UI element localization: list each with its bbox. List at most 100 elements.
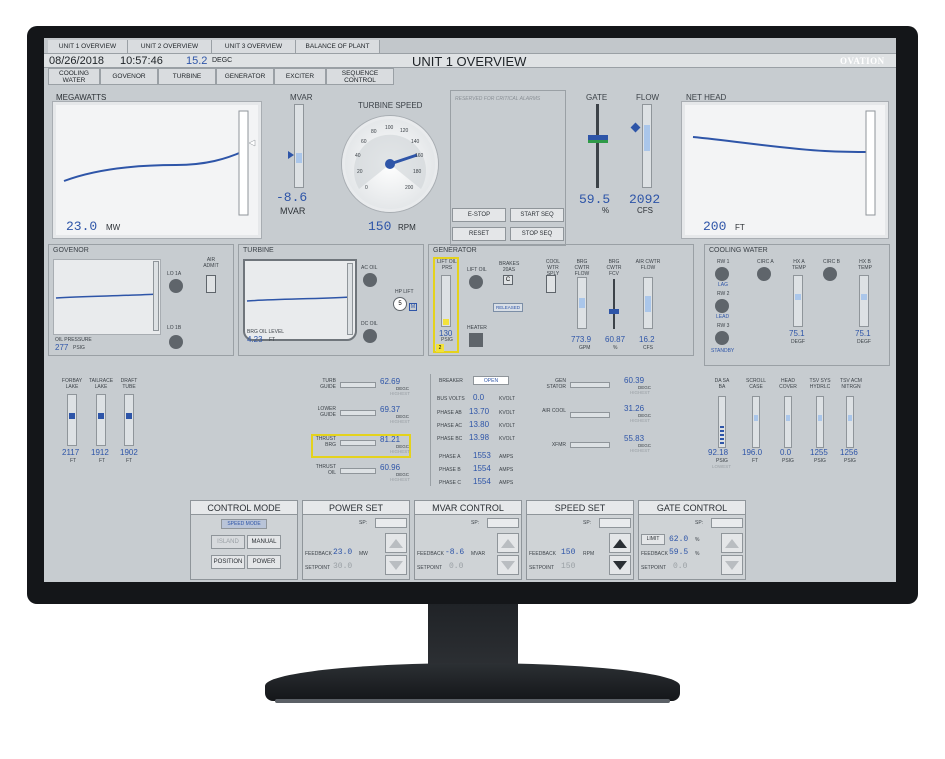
turb-guide-value: 62.69: [380, 377, 401, 386]
mvar-setpoint-label: SETPOINT: [417, 565, 443, 571]
stop-seq-button[interactable]: STOP SEQ: [510, 227, 564, 241]
speed-set-panel: SPEED SET SP: FEEDBACK 150 RPM SETPOINT …: [526, 500, 634, 580]
power-up-button[interactable]: [385, 533, 407, 553]
cooling-water-panel: COOLING WATER RW 1 LAG RW 2 LEAD RW 3 ST…: [704, 244, 890, 366]
island-button[interactable]: ISLAND: [211, 535, 245, 549]
tab-balance-of-plant[interactable]: BALANCE OF PLANT: [296, 40, 380, 53]
pump-lift-oil-icon[interactable]: [469, 275, 483, 289]
hx-b-temp-value: 75.1: [855, 329, 871, 338]
start-seq-button[interactable]: START SEQ: [510, 208, 564, 222]
subnav-cooling-water[interactable]: COOLING WATER: [48, 68, 100, 85]
gate-down-button[interactable]: [721, 555, 743, 575]
mvar-down-button[interactable]: [497, 555, 519, 575]
gate-unit: %: [602, 206, 610, 215]
mvar-feedback-value: -8.6: [445, 548, 465, 557]
mvar-up-button[interactable]: [497, 533, 519, 553]
gate-limit-button[interactable]: LIMIT: [641, 534, 665, 545]
air-cwtr-flow-unit: CFS: [643, 345, 653, 351]
monitor-stand-neck: [428, 604, 518, 666]
tsv-acm-nitrgn-value: 1256: [840, 448, 858, 457]
phase-ab-label: PHASE AB: [437, 410, 462, 416]
reset-button[interactable]: RESET: [452, 227, 506, 241]
mvar-sp-input[interactable]: [487, 518, 519, 528]
air-admit-valve-icon[interactable]: [206, 275, 216, 293]
oil-pressure-value: 277: [55, 343, 69, 352]
subnav-exciter[interactable]: EXCITER: [274, 68, 326, 85]
gauge-tick: 100: [385, 125, 394, 131]
da-sa-ba-value: 92.18: [708, 448, 729, 457]
subnav-govenor[interactable]: GOVENOR: [100, 68, 158, 85]
cool-sply-valve-icon[interactable]: [546, 275, 556, 293]
lift-oil-label: LIFT OIL: [467, 267, 487, 273]
temperature-unit: DEGC: [212, 57, 233, 64]
phase-ac-label: PHASE AC: [437, 423, 463, 429]
head-cover-label: HEAD COVER: [779, 378, 797, 390]
monitor-base-highlight: [275, 699, 670, 703]
megawatts-trend-panel: 23.0 MW: [53, 102, 261, 238]
phase-c-unit: AMPS: [499, 480, 514, 486]
mvar-sp-label: SP:: [471, 520, 480, 526]
hp-lift-label: HP LIFT: [395, 289, 414, 295]
gate-sp-label: SP:: [695, 520, 704, 526]
gen-stator-bar: [570, 382, 610, 388]
brakes-valve-icon[interactable]: C: [503, 275, 513, 285]
speed-sp-input[interactable]: [599, 518, 631, 528]
subnav-generator[interactable]: GENERATOR: [216, 68, 274, 85]
tab-unit2-overview[interactable]: UNIT 2 OVERVIEW: [128, 40, 212, 53]
position-button[interactable]: POSITION: [211, 555, 245, 569]
phase-ab-value: 13.70: [469, 407, 490, 416]
fcv-marker: [609, 309, 619, 314]
speed-mode-indicator[interactable]: SPEED MODE: [221, 519, 267, 529]
pump-rw2-icon[interactable]: [715, 299, 729, 313]
manual-button[interactable]: MANUAL: [247, 535, 281, 549]
phase-b-unit: AMPS: [499, 467, 514, 473]
pump-circ-b-icon[interactable]: [823, 267, 837, 281]
gauge-tick: 120: [400, 128, 409, 134]
speed-setpoint-label: SETPOINT: [529, 565, 555, 571]
gate-up-button[interactable]: [721, 533, 743, 553]
mvar-label: MVAR: [290, 93, 313, 102]
heater-label: HEATER: [467, 325, 487, 331]
hp-lift-pump-icon[interactable]: 5: [393, 297, 407, 311]
power-sp-input[interactable]: [375, 518, 407, 528]
gate-sp-input[interactable]: [711, 518, 743, 528]
tab-unit1-overview[interactable]: UNIT 1 OVERVIEW: [48, 40, 128, 53]
phase-a-unit: AMPS: [499, 454, 514, 460]
gate-control-panel: GATE CONTROL SP: LIMIT 62.0 % FEEDBACK 5…: [638, 500, 746, 580]
lake-levels-group: FORBAY LAKE 2117 FT TAILRACE LAKE 1912 F…: [60, 378, 160, 478]
speed-down-button[interactable]: [609, 555, 631, 575]
draft-tube-value: 1902: [120, 448, 138, 457]
turb-guide-tag: HIGHEST: [390, 391, 411, 396]
power-down-button[interactable]: [385, 555, 407, 575]
hx-a-temp-label: HX A TEMP: [792, 259, 806, 271]
pump-dc-oil-icon[interactable]: [363, 329, 377, 343]
pump-lo1b-icon[interactable]: [169, 335, 183, 349]
lower-guide-value: 69.37: [380, 405, 401, 414]
subnav-turbine[interactable]: TURBINE: [158, 68, 216, 85]
brakes-released-status: RELEASED: [493, 303, 523, 312]
power-button[interactable]: POWER: [247, 555, 281, 569]
pump-lo1a-icon[interactable]: [169, 279, 183, 293]
gauge-tick: 80: [371, 129, 377, 135]
speed-up-button[interactable]: [609, 533, 631, 553]
gate-feedback-label: FEEDBACK: [641, 551, 668, 557]
pump-circ-a-icon[interactable]: [757, 267, 771, 281]
megawatts-value: 23.0: [66, 219, 98, 234]
pump-rw1-icon[interactable]: [715, 267, 729, 281]
tsv-acm-nitrgn-label: TSV ACM NITRGN: [840, 378, 862, 390]
gate-label: GATE: [586, 93, 608, 102]
pump-rw3-icon[interactable]: [715, 331, 729, 345]
heater-icon[interactable]: [469, 333, 483, 347]
breaker-state[interactable]: OPEN: [473, 376, 509, 385]
xfmr-label: XFMR: [551, 442, 566, 448]
lift-oil-prs-bar: [441, 275, 451, 327]
forbay-level-bar: [67, 394, 77, 446]
estop-button[interactable]: E-STOP: [452, 208, 506, 222]
thrust-oil-bar: [340, 468, 376, 474]
subnav-sequence-control[interactable]: SEQUENCE CONTROL: [326, 68, 394, 85]
gate-setpoint-label: SETPOINT: [641, 565, 667, 571]
hx-b-temp-bar: [859, 275, 869, 327]
page-title: UNIT 1 OVERVIEW: [412, 54, 527, 69]
pump-ac-oil-icon[interactable]: [363, 273, 377, 287]
tab-unit3-overview[interactable]: UNIT 3 OVERVIEW: [212, 40, 296, 53]
